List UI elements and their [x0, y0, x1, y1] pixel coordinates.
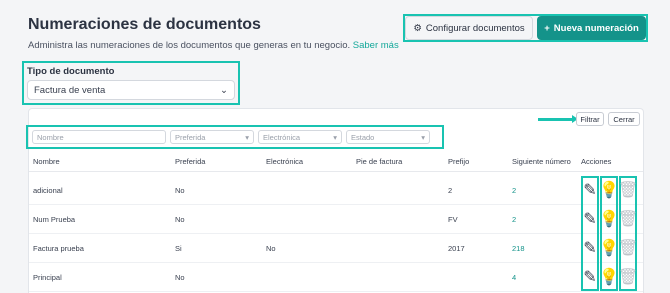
learn-more-link[interactable]: Saber más	[353, 40, 399, 51]
chevron-down-icon: ▾	[333, 132, 337, 142]
row-preferred: No	[175, 272, 185, 282]
table-row: Factura prueba Si No 2017 218	[29, 234, 643, 263]
row-prefix: FV	[448, 214, 458, 224]
table-row: adicional No 2 2	[29, 176, 643, 205]
arrow-pointer-icon	[538, 115, 578, 123]
lightbulb-icon[interactable]: 💡	[599, 211, 619, 228]
name-filter-placeholder: Nombre	[37, 132, 64, 142]
page-title: Numeraciones de documentos	[28, 16, 261, 33]
filter-button[interactable]: Filtrar	[576, 112, 604, 126]
row-preferred: No	[175, 214, 185, 224]
column-header: Acciones	[581, 157, 612, 166]
status-filter-select[interactable]: Estado ▾	[346, 130, 430, 144]
row-name: Num Prueba	[33, 214, 76, 224]
delete-actions-column: 🗑 🗑 🗑 🗑	[618, 176, 638, 291]
gear-icon: ⚙	[413, 22, 422, 34]
document-type-value: Factura de venta	[34, 84, 106, 96]
column-header: Pie de factura	[356, 157, 403, 166]
trash-icon[interactable]: 🗑	[618, 269, 638, 286]
lightbulb-icon[interactable]: 💡	[599, 240, 619, 257]
row-next-number[interactable]: 2	[512, 176, 516, 204]
configure-documents-button[interactable]: ⚙ Configurar documentos	[405, 16, 533, 40]
pencil-icon[interactable]: ✎	[583, 269, 597, 286]
row-preferred: Si	[175, 243, 182, 253]
name-filter-input[interactable]: Nombre	[32, 130, 166, 144]
electronic-filter-select[interactable]: Electrónica ▾	[258, 130, 342, 144]
row-prefix: 2	[448, 185, 453, 195]
document-type-label: Tipo de documento	[27, 66, 115, 77]
row-next-number[interactable]: 218	[512, 234, 525, 262]
preferred-filter-label: Preferida	[175, 132, 206, 142]
subtitle-text: Administra las numeraciones de los docum…	[28, 40, 351, 51]
chevron-down-icon: ▾	[421, 132, 425, 142]
trash-icon[interactable]: 🗑	[618, 182, 638, 199]
table-header: Nombre Preferida Electrónica Pie de fact…	[29, 152, 643, 172]
chevron-down-icon: ▾	[245, 132, 249, 142]
pencil-icon[interactable]: ✎	[583, 182, 597, 199]
row-prefix: 2017	[448, 243, 465, 253]
configure-documents-label: Configurar documentos	[425, 22, 525, 34]
chevron-down-icon: ⌄	[220, 84, 228, 96]
document-type-field: Tipo de documento Factura de venta ⌄	[22, 61, 240, 105]
table-row: Num Prueba No FV 2	[29, 205, 643, 234]
preferred-filter-select[interactable]: Preferida ▾	[170, 130, 254, 144]
column-header: Electrónica	[266, 157, 304, 166]
toggle-actions-column: 💡 💡 💡 💡	[599, 176, 619, 291]
document-type-select[interactable]: Factura de venta ⌄	[27, 80, 235, 100]
status-filter-label: Estado	[351, 132, 375, 142]
header-actions: ⚙ Configurar documentos + Nueva numeraci…	[403, 14, 648, 42]
plus-icon: +	[544, 22, 550, 34]
close-filters-button[interactable]: Cerrar	[608, 112, 640, 126]
row-next-number[interactable]: 4	[512, 263, 516, 291]
lightbulb-icon[interactable]: 💡	[599, 269, 619, 286]
lightbulb-icon[interactable]: 💡	[599, 182, 619, 199]
trash-icon[interactable]: 🗑	[618, 211, 638, 228]
row-name: Factura prueba	[33, 243, 84, 253]
page-subtitle: Administra las numeraciones de los docum…	[28, 40, 399, 51]
row-preferred: No	[175, 185, 185, 195]
column-header: Prefijo	[448, 157, 470, 166]
pencil-icon[interactable]: ✎	[583, 240, 597, 257]
electronic-filter-label: Electrónica	[263, 132, 301, 142]
column-header: Siguiente número	[512, 157, 571, 166]
row-next-number[interactable]: 2	[512, 205, 516, 233]
row-electronic: No	[266, 243, 276, 253]
new-numbering-label: Nueva numeración	[553, 22, 639, 34]
edit-actions-column: ✎ ✎ ✎ ✎	[581, 176, 599, 291]
pencil-icon[interactable]: ✎	[583, 211, 597, 228]
table-row: Principal No 4	[29, 263, 643, 292]
trash-icon[interactable]: 🗑	[618, 240, 638, 257]
filters-row: Nombre Preferida ▾ Electrónica ▾ Estado …	[26, 125, 444, 149]
new-numbering-button[interactable]: + Nueva numeración	[537, 16, 646, 40]
row-name: adicional	[33, 185, 63, 195]
column-header: Nombre	[33, 157, 60, 166]
row-name: Principal	[33, 272, 62, 282]
column-header: Preferida	[175, 157, 206, 166]
